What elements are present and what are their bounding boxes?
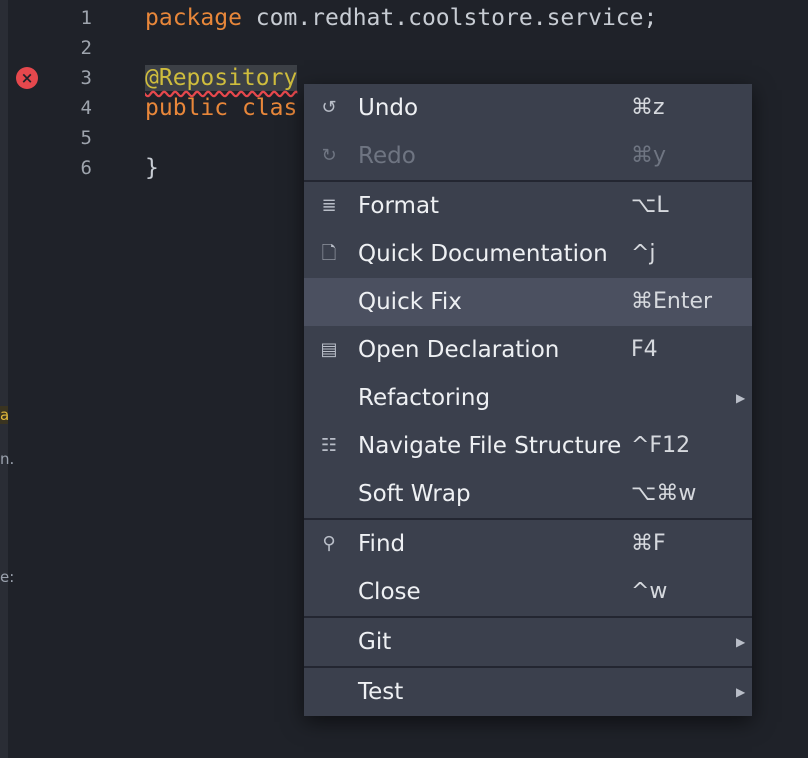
menu-item-shortcut: ⌥⌘w — [631, 481, 697, 506]
line-number: 3 — [80, 67, 92, 89]
panel-fragment: n. — [0, 450, 15, 468]
menu-item-label: Find — [358, 531, 406, 557]
menu-item-shortcut: ⌘z — [631, 95, 665, 120]
keyword-token: package — [145, 5, 242, 31]
menu-item-shortcut: ⌘y — [631, 143, 667, 168]
code-text: @Repository — [145, 63, 298, 93]
menu-item-find[interactable]: ⚲ Find ⌘F — [304, 520, 752, 568]
menu-item-shortcut: ⌘F — [631, 531, 666, 556]
error-marker-icon[interactable]: × — [16, 67, 38, 89]
line-number: 1 — [80, 7, 92, 29]
menu-item-refactoring[interactable]: Refactoring ▶ — [304, 374, 752, 422]
code-token: com.redhat.coolstore.service; — [241, 5, 658, 31]
submenu-arrow-icon: ▶ — [736, 391, 746, 405]
code-token: } — [145, 155, 159, 181]
undo-icon: ↺ — [321, 97, 337, 118]
format-icon: ≣ — [321, 195, 337, 216]
redo-icon: ↻ — [321, 145, 337, 166]
panel-fragment: e: — [0, 568, 15, 586]
menu-item-format[interactable]: ≣ Format ⌥L — [304, 182, 752, 230]
menu-item-quick-documentation[interactable]: 🗋 Quick Documentation ^j — [304, 230, 752, 278]
line-number: 4 — [80, 97, 92, 119]
menu-item-shortcut: ^F12 — [631, 433, 691, 458]
menu-item-label: Navigate File Structure — [358, 433, 622, 459]
menu-item-label: Git — [358, 629, 392, 655]
line-number: 5 — [80, 127, 92, 149]
context-menu: ↺ Undo ⌘z ↻ Redo ⌘y ≣ Format ⌥L 🗋 Quick Documentat… — [304, 84, 752, 716]
menu-item-shortcut: ^j — [631, 241, 656, 266]
menu-item-label: Close — [358, 579, 421, 605]
annotation-token: @Repository — [145, 65, 298, 91]
menu-item-soft-wrap[interactable]: Soft Wrap ⌥⌘w — [304, 470, 752, 518]
menu-item-shortcut: F4 — [631, 337, 658, 362]
menu-item-label: Redo — [358, 143, 416, 169]
menu-item-redo[interactable]: ↻ Redo ⌘y — [304, 132, 752, 180]
menu-item-test[interactable]: Test ▶ — [304, 668, 752, 716]
side-panel-edge: a n. e: — [0, 0, 14, 758]
search-icon: ⚲ — [322, 533, 336, 554]
menu-item-shortcut: ^w — [631, 579, 668, 604]
line-number: 6 — [80, 157, 92, 179]
keyword-token: public — [145, 95, 229, 121]
menu-item-label: Undo — [358, 95, 419, 121]
menu-item-shortcut: ⌘Enter — [631, 289, 713, 314]
menu-item-shortcut: ⌥L — [631, 193, 669, 218]
menu-item-git[interactable]: Git ▶ — [304, 618, 752, 666]
menu-item-undo[interactable]: ↺ Undo ⌘z — [304, 84, 752, 132]
keyword-token: clas — [241, 95, 298, 121]
menu-item-label: Test — [358, 679, 404, 705]
menu-item-label: Quick Documentation — [358, 241, 608, 267]
menu-item-navigate-file-structure[interactable]: ☷ Navigate File Structure ^F12 — [304, 422, 752, 470]
code-text: public clas — [145, 93, 297, 123]
menu-item-label: Soft Wrap — [358, 481, 471, 507]
code-text: package com.redhat.coolstore.service; — [145, 3, 657, 33]
menu-item-label: Format — [358, 193, 440, 219]
menu-item-label: Refactoring — [358, 385, 491, 411]
submenu-arrow-icon: ▶ — [736, 685, 746, 699]
document-icon: 🗋 — [321, 243, 337, 264]
structure-list-icon: ☷ — [320, 435, 338, 456]
menu-item-label: Open Declaration — [358, 337, 560, 363]
submenu-arrow-icon: ▶ — [736, 635, 746, 649]
line-number: 2 — [80, 37, 92, 59]
declaration-icon: ▤ — [320, 339, 338, 360]
menu-item-quick-fix[interactable]: Quick Fix ⌘Enter — [304, 278, 752, 326]
code-text: } — [145, 153, 159, 183]
menu-item-open-declaration[interactable]: ▤ Open Declaration F4 — [304, 326, 752, 374]
menu-item-label: Quick Fix — [358, 289, 462, 315]
panel-fragment: a — [0, 406, 10, 424]
menu-item-close[interactable]: Close ^w — [304, 568, 752, 616]
